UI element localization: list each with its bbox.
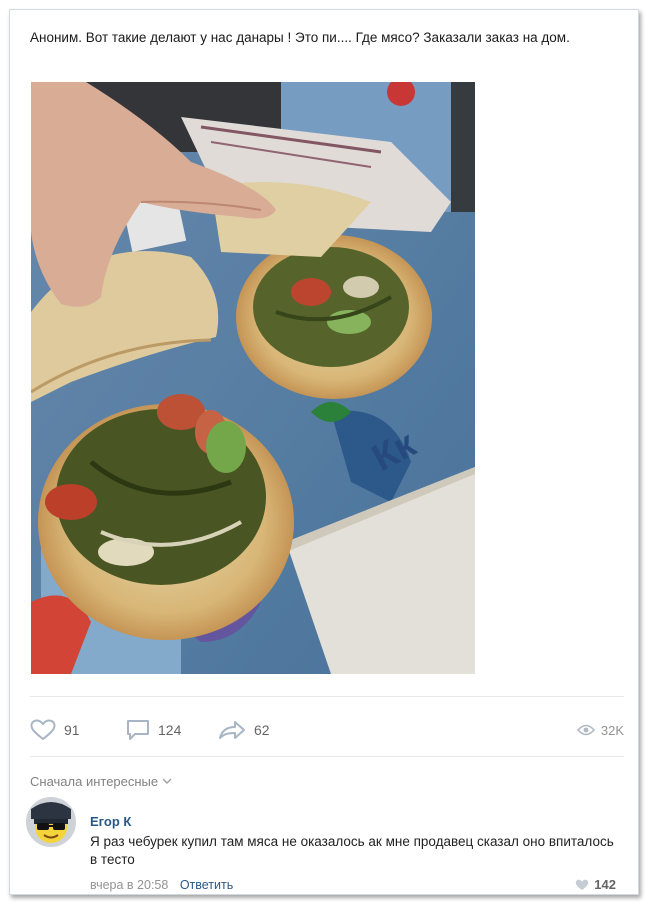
heart-icon [576, 879, 589, 890]
chevron-down-icon [162, 778, 172, 784]
avatar-image [26, 797, 76, 847]
comment-text: Я раз чебурек купил там мяса не оказалос… [90, 834, 614, 867]
comment-bubble-icon [127, 720, 149, 740]
post-actions: 91 124 62 32K [30, 716, 624, 744]
eye-icon [576, 724, 595, 736]
share-arrow-icon [219, 721, 245, 739]
comment-like-button[interactable]: 142 [575, 877, 616, 892]
post-photo[interactable]: Кк [31, 82, 475, 674]
shares-count: 62 [254, 722, 270, 738]
likes-count: 91 [64, 722, 80, 738]
views-count: 32K [600, 722, 624, 738]
share-button[interactable]: 62 [218, 716, 270, 744]
views-counter: 32K [576, 716, 624, 744]
comment-item: Егор К Я раз чебурек купил там мяса не о… [26, 797, 626, 892]
heart-icon [30, 719, 56, 741]
like-button[interactable]: 91 [30, 716, 80, 744]
comments-divider [30, 756, 624, 757]
actions-top-divider [30, 696, 624, 697]
comments-count: 124 [158, 722, 182, 738]
avatar[interactable] [26, 797, 76, 847]
comment-meta: вчера в 20:58 Ответить [90, 878, 233, 892]
sort-label: Сначала интересные [30, 774, 159, 789]
photo-shawarma: Кк [31, 82, 475, 674]
comment-time[interactable]: вчера в 20:58 [90, 878, 168, 892]
post-text: Аноним. Вот такие делают у нас данары ! … [30, 30, 570, 45]
comment-button[interactable]: 124 [126, 716, 181, 744]
comment-sort-dropdown[interactable]: Сначала интересные [30, 774, 172, 789]
post-card: Аноним. Вот такие делают у нас данары ! … [9, 9, 639, 895]
comment-likes-count: 142 [594, 877, 616, 892]
comment-author[interactable]: Егор К [90, 814, 131, 829]
reply-button[interactable]: Ответить [180, 878, 233, 892]
